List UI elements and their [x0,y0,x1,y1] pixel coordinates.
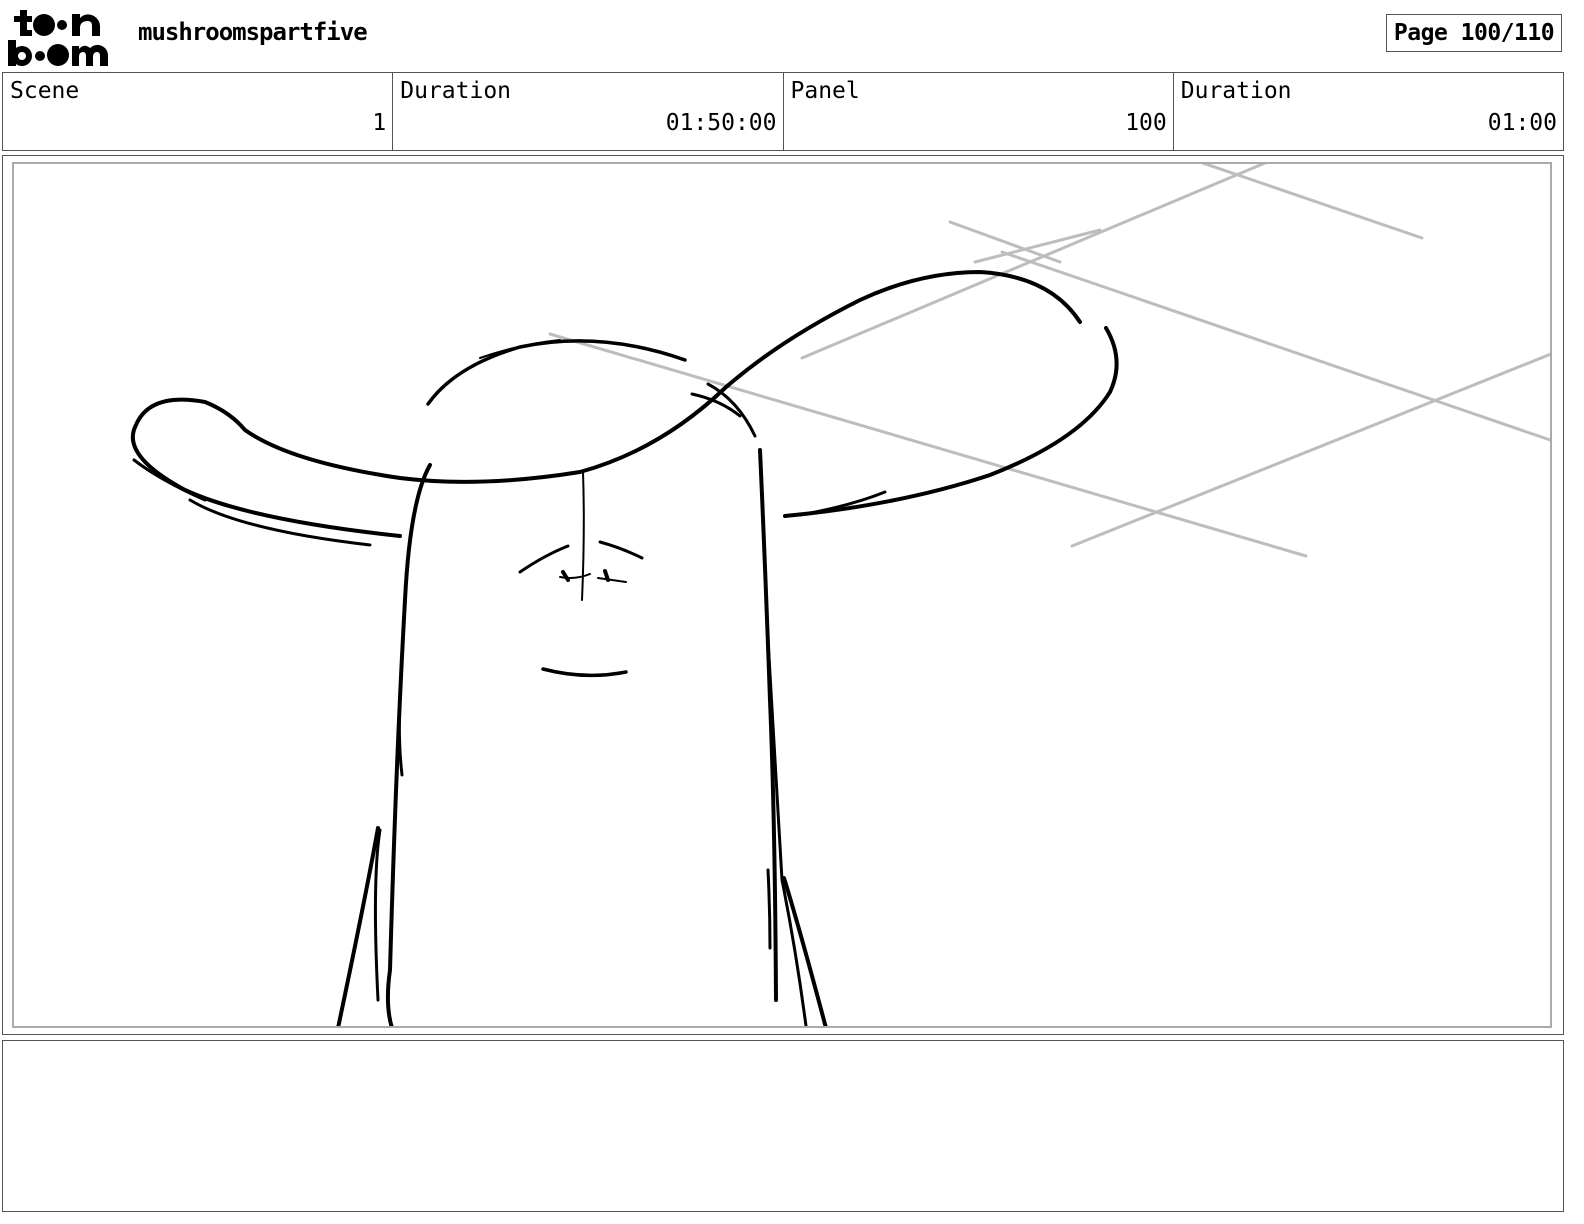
scene-value: 1 [372,110,387,136]
panel-value: 100 [1125,110,1167,136]
page-indicator: Page 100/110 [1386,14,1562,52]
info-bar: Scene 1 Duration 01:50:00 Panel 100 Dura… [2,72,1564,151]
scene-cell: Scene 1 [3,73,394,150]
scene-duration-label: Duration [400,78,512,104]
scene-duration-cell: Duration 01:50:00 [393,73,784,150]
panel-duration-cell: Duration 01:00 [1174,73,1563,150]
panel-duration-value: 01:00 [1487,110,1557,136]
panel-notes-box [2,1040,1564,1212]
panel-cell: Panel 100 [784,73,1174,150]
project-title: mushroomspartfive [138,18,368,46]
scene-duration-value: 01:50:00 [665,110,777,136]
mushroom-character-sketch [12,162,1552,1028]
panel-duration-label: Duration [1180,78,1292,104]
scene-label: Scene [10,78,80,104]
panel-label: Panel [790,78,860,104]
toonboom-logo [6,4,118,68]
